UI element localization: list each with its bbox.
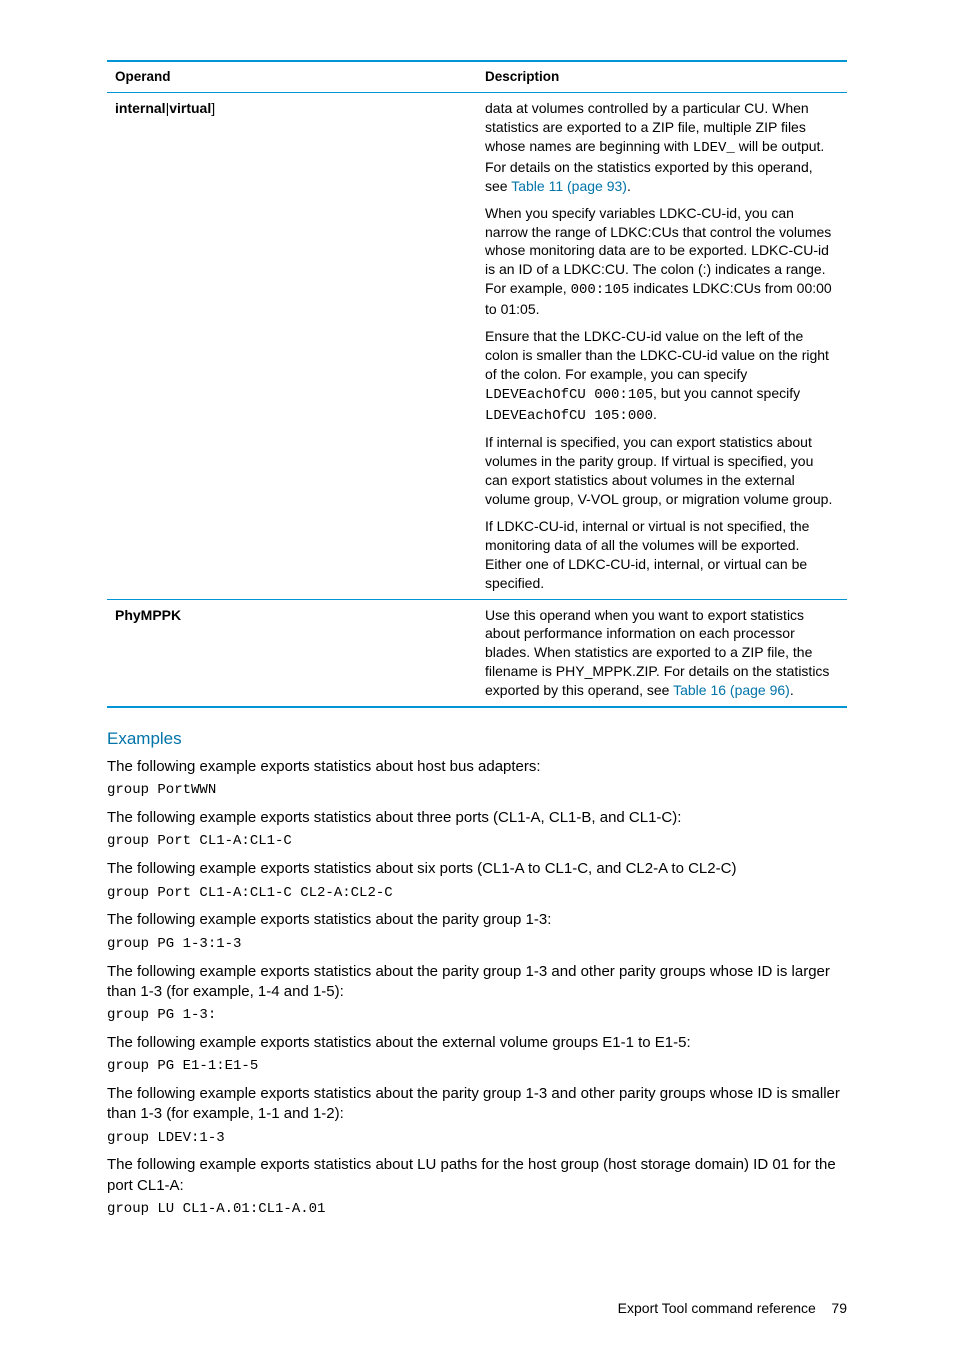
table-row: internal|virtual] data at volumes contro… bbox=[107, 93, 847, 599]
example-code: group LDEV:1-3 bbox=[107, 1129, 847, 1148]
example-text: The following example exports statistics… bbox=[107, 1033, 847, 1053]
desc-p: If internal is specified, you can export… bbox=[485, 433, 839, 509]
example-code: group PG 1-3:1-3 bbox=[107, 935, 847, 954]
operand-close: ] bbox=[211, 100, 215, 116]
page-footer: Export Tool command reference 79 bbox=[107, 1299, 847, 1318]
desc-p: If LDKC-CU-id, internal or virtual is no… bbox=[485, 517, 839, 593]
examples-heading: Examples bbox=[107, 728, 847, 751]
footer-label: Export Tool command reference bbox=[618, 1300, 816, 1316]
example-code: group Port CL1-A:CL1-C CL2-A:CL2-C bbox=[107, 884, 847, 903]
desc-p: data at volumes controlled by a particul… bbox=[485, 99, 839, 195]
link-table16[interactable]: Table 16 (page 96) bbox=[673, 682, 790, 698]
operand-text: internal bbox=[115, 100, 166, 116]
cell-description: data at volumes controlled by a particul… bbox=[477, 93, 847, 599]
example-text: The following example exports statistics… bbox=[107, 962, 847, 1003]
cell-operand: internal|virtual] bbox=[107, 93, 477, 599]
th-description: Description bbox=[477, 61, 847, 93]
example-code: group Port CL1-A:CL1-C bbox=[107, 832, 847, 851]
th-operand: Operand bbox=[107, 61, 477, 93]
desc-p: Use this operand when you want to export… bbox=[485, 606, 839, 700]
example-code: group PG E1-1:E1-5 bbox=[107, 1057, 847, 1076]
desc-p: Ensure that the LDKC-CU-id value on the … bbox=[485, 327, 839, 425]
example-code: group LU CL1-A.01:CL1-A.01 bbox=[107, 1200, 847, 1219]
example-code: group PG 1-3: bbox=[107, 1006, 847, 1025]
link-table11[interactable]: Table 11 (page 93) bbox=[511, 178, 627, 194]
example-text: The following example exports statistics… bbox=[107, 1084, 847, 1125]
operand-text: virtual bbox=[169, 100, 211, 116]
example-text: The following example exports statistics… bbox=[107, 808, 847, 828]
example-code: group PortWWN bbox=[107, 781, 847, 800]
example-text: The following example exports statistics… bbox=[107, 910, 847, 930]
table-row: PhyMPPK Use this operand when you want t… bbox=[107, 599, 847, 707]
cell-description: Use this operand when you want to export… bbox=[477, 599, 847, 707]
examples-section: Examples The following example exports s… bbox=[107, 728, 847, 1219]
operand-table: Operand Description internal|virtual] da… bbox=[107, 60, 847, 708]
desc-p: When you specify variables LDKC-CU-id, y… bbox=[485, 204, 839, 319]
page-number: 79 bbox=[831, 1300, 847, 1316]
example-text: The following example exports statistics… bbox=[107, 757, 847, 777]
example-text: The following example exports statistics… bbox=[107, 1155, 847, 1196]
example-text: The following example exports statistics… bbox=[107, 859, 847, 879]
cell-operand: PhyMPPK bbox=[107, 599, 477, 707]
